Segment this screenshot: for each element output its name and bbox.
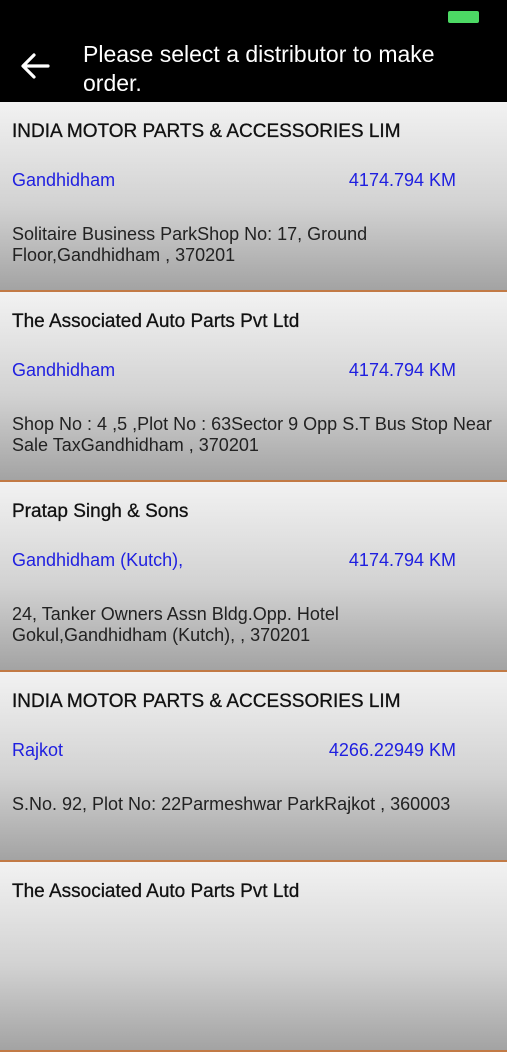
back-button[interactable]: [14, 44, 58, 88]
distributor-address: 24, Tanker Owners Assn Bldg.Opp. Hotel G…: [12, 604, 339, 645]
distributor-address: S.No. 92, Plot No: 22Parmeshwar ParkRajk…: [12, 794, 451, 814]
distributor-name: INDIA MOTOR PARTS & ACCESSORIES LIM: [12, 121, 401, 142]
distributor-city: Gandhidham (Kutch),: [12, 550, 184, 570]
distributor-address: Solitaire Business ParkShop No: 17, Grou…: [12, 224, 368, 265]
distributor-item[interactable]: INDIA MOTOR PARTS & ACCESSORIES LIM Rajk…: [0, 672, 507, 862]
battery-icon: [448, 11, 479, 23]
distributor-distance: 4266.22949 KM: [328, 740, 456, 760]
status-bar: [0, 0, 507, 30]
distributor-item[interactable]: Pratap Singh & Sons Gandhidham (Kutch), …: [0, 482, 507, 672]
distributor-distance: 4174.794 KM: [348, 360, 456, 380]
page-title: Please select a distributor to make orde…: [83, 41, 435, 96]
distributor-city: Gandhidham: [12, 360, 116, 380]
distributor-distance: 4174.794 KM: [348, 170, 456, 190]
distributor-name: Pratap Singh & Sons: [12, 501, 189, 522]
distributor-city: Rajkot: [12, 740, 64, 760]
distributor-list[interactable]: INDIA MOTOR PARTS & ACCESSORIES LIM Gand…: [0, 102, 507, 1052]
distributor-item[interactable]: The Associated Auto Parts Pvt Ltd Gandhi…: [0, 292, 507, 482]
distributor-name: The Associated Auto Parts Pvt Ltd: [12, 311, 300, 332]
header-bar: Please select a distributor to make orde…: [0, 30, 507, 102]
arrow-left-icon: [21, 53, 50, 79]
distributor-item[interactable]: INDIA MOTOR PARTS & ACCESSORIES LIM Gand…: [0, 102, 507, 292]
distributor-item[interactable]: The Associated Auto Parts Pvt Ltd: [0, 862, 507, 1052]
distributor-city: Gandhidham: [12, 170, 116, 190]
distributor-distance: 4174.794 KM: [348, 550, 456, 570]
distributor-address: Shop No : 4 ,5 ,Plot No : 63Sector 9 Opp…: [12, 414, 492, 455]
distributor-name: INDIA MOTOR PARTS & ACCESSORIES LIM: [12, 691, 401, 712]
